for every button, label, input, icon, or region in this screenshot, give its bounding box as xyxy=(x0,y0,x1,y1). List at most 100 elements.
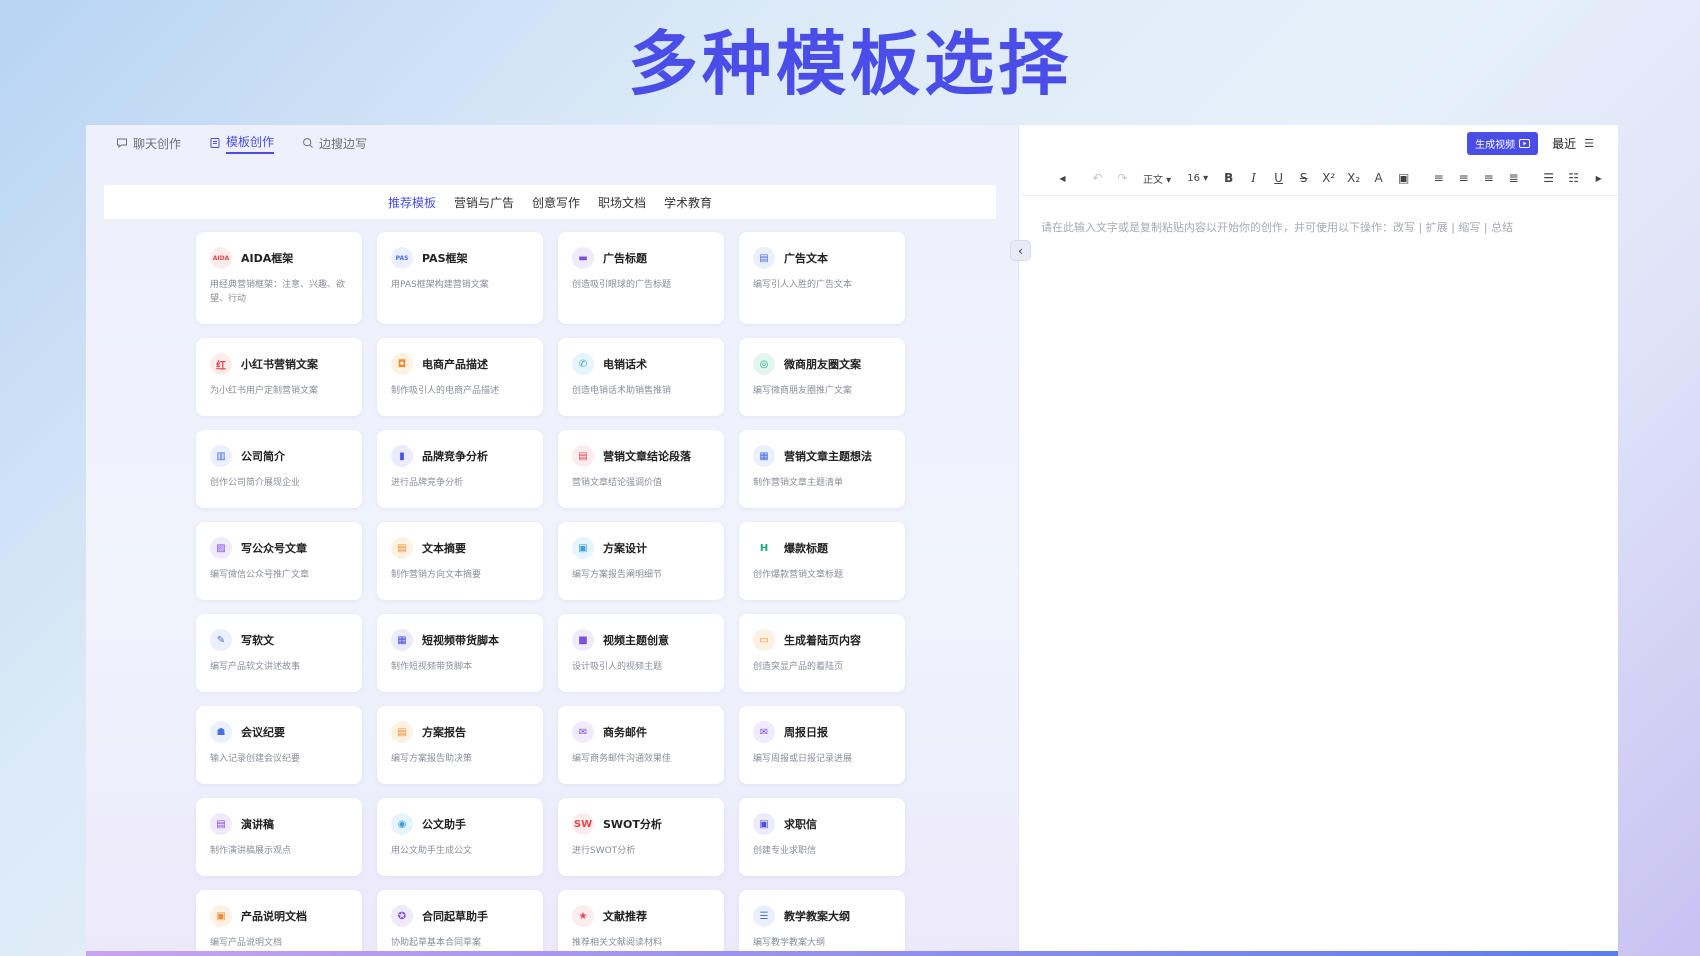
template-card[interactable]: H 爆款标题 创作爆款营销文章标题 xyxy=(739,522,905,600)
template-card[interactable]: SW SWOT分析 进行SWOT分析 xyxy=(558,798,724,876)
card-description: 创造电销话术助销售推销 xyxy=(572,386,672,396)
align-right-icon[interactable]: ≡ xyxy=(1476,171,1501,185)
template-card[interactable]: ▭ 生成着陆页内容 创造突显产品的着陆页 xyxy=(739,614,905,692)
template-card[interactable]: ✉ 周报日报 编写周报或日报记录进展 xyxy=(739,706,905,784)
card-head: AIDA AIDA框架 xyxy=(210,247,348,269)
template-card[interactable]: ☗ 会议纪要 输入记录创建会议纪要 xyxy=(196,706,362,784)
card-title: 视频主题创意 xyxy=(603,634,669,647)
card-description: 用经典营销框架：注意、兴趣、欲望、行动 xyxy=(210,280,346,304)
paragraph-style-select[interactable]: 正文 ▾ xyxy=(1135,171,1179,186)
category-workplace[interactable]: 职场文档 xyxy=(598,194,646,211)
template-card[interactable]: ★ 文献推荐 推荐相关文献阅读材料 xyxy=(558,890,724,951)
clipboard-icon: ▣ xyxy=(572,537,594,559)
star-icon: ★ xyxy=(572,905,594,927)
template-card[interactable]: ▥ 公司简介 创作公司简介展现企业 xyxy=(196,430,362,508)
template-card[interactable]: ✆ 电销话术创造电销话术助销售推销 xyxy=(558,338,724,416)
underline-icon[interactable]: U xyxy=(1266,171,1291,185)
template-card[interactable]: ▮ 品牌竞争分析 进行品牌竞争分析 xyxy=(377,430,543,508)
editor-toolbar: ◀ ↶ ↷ 正文 ▾ 16 ▾ B I U S X² X₂ A ▣ ≡ ≡ ≡ … xyxy=(1020,161,1618,196)
editor-panel: 生成视频 最近 ☰ ◀ ↶ ↷ 正文 ▾ 16 ▾ B I U S X² X₂ … xyxy=(1020,125,1618,951)
card-head: ▨ 写公众号文章 xyxy=(210,537,348,559)
template-card[interactable]: ▣ 方案设计编写方案报告阐明细节 xyxy=(558,522,724,600)
card-head: ▤ 广告文本 xyxy=(753,247,891,269)
card-head: ▦ 营销文章主题想法 xyxy=(753,445,891,467)
card-title: 商务邮件 xyxy=(603,726,647,739)
bold-icon[interactable]: B xyxy=(1216,171,1241,185)
card-description: 编写教学教案大纲 xyxy=(753,938,826,948)
card-title: 营销文章结论段落 xyxy=(603,450,691,463)
card-title: 周报日报 xyxy=(784,726,828,739)
card-title: 电商产品描述 xyxy=(422,358,488,371)
numbered-list-icon[interactable]: ☷ xyxy=(1561,171,1586,185)
template-card[interactable]: ✉ 商务邮件 编写商务邮件沟通效果佳 xyxy=(558,706,724,784)
scroll-left-icon[interactable]: ◀ xyxy=(1050,174,1075,183)
template-card[interactable]: ▣ 求职信 创建专业求职信 xyxy=(739,798,905,876)
tab-label: 边搜边写 xyxy=(319,136,368,151)
template-card[interactable]: ▬ 广告标题 创造吸引眼球的广告标题 xyxy=(558,232,724,324)
template-card[interactable]: ✪ 合同起草助手 协助起草基本合同草案 xyxy=(377,890,543,951)
template-card[interactable]: 红小红书营销文案 为小红书用户定制营销文案 xyxy=(196,338,362,416)
category-creative[interactable]: 创意写作 xyxy=(532,194,580,211)
card-head: ✆ 电销话术 xyxy=(572,353,710,375)
category-marketing[interactable]: 营销与广告 xyxy=(454,194,514,211)
card-head: ★ 文献推荐 xyxy=(572,905,710,927)
template-card[interactable]: ▤ 营销文章结论段落 营销文章结论强调价值 xyxy=(558,430,724,508)
template-card[interactable]: ◉ 公文助手 用公文助手生成公文 xyxy=(377,798,543,876)
undo-icon[interactable]: ↶ xyxy=(1085,171,1110,185)
template-card[interactable]: ▦ 短视频带货脚本 制作短视频带货脚本 xyxy=(377,614,543,692)
italic-icon[interactable]: I xyxy=(1241,171,1266,185)
tab-chat-create[interactable]: 聊天创作 xyxy=(116,125,181,161)
card-title: 公文助手 xyxy=(422,818,466,831)
template-card[interactable]: ▤ 方案报告 编写方案报告助决策 xyxy=(377,706,543,784)
card-description: 创造突显产品的着陆页 xyxy=(753,662,844,672)
building-icon: ▥ xyxy=(210,445,232,467)
strikethrough-icon[interactable]: S xyxy=(1291,171,1316,185)
card-title: 短视频带货脚本 xyxy=(422,634,499,647)
category-recommended[interactable]: 推荐模板 xyxy=(388,194,436,211)
template-grid: AIDA AIDA框架 用经典营销框架：注意、兴趣、欲望、行动 PAS PAS框架 用PA… xyxy=(196,232,905,951)
template-card[interactable]: ▣ 产品说明文档 编写产品说明文档 xyxy=(196,890,362,951)
tab-label: 模板创作 xyxy=(226,133,275,154)
collapse-panel-button[interactable]: ‹ xyxy=(1010,240,1031,261)
template-card[interactable]: ▤ 广告文本编写引人入胜的广告文本 xyxy=(739,232,905,324)
tab-template-create[interactable]: 模板创作 xyxy=(209,125,275,161)
product-doc-icon: ▣ xyxy=(210,905,232,927)
image-icon[interactable]: ▣ xyxy=(1391,171,1416,185)
template-card[interactable]: ✎ 写软文 编写产品软文讲述故事 xyxy=(196,614,362,692)
shopping-icon: ◘ xyxy=(391,353,413,375)
align-left-icon[interactable]: ≡ xyxy=(1426,171,1451,185)
template-card[interactable]: ☰ 教学教案大纲 编写教学教案大纲 xyxy=(739,890,905,951)
template-card[interactable]: ▤ 演讲稿 制作演讲稿展示观点 xyxy=(196,798,362,876)
font-color-icon[interactable]: A xyxy=(1366,171,1391,185)
redo-icon[interactable]: ↷ xyxy=(1110,171,1135,185)
card-description: 编写引人入胜的广告文本 xyxy=(753,280,853,290)
superscript-icon[interactable]: X² xyxy=(1316,171,1341,185)
template-card[interactable]: ▦ 营销文章主题想法 制作营销文章主题清单 xyxy=(739,430,905,508)
template-card[interactable]: ▨ 写公众号文章 编写微信公众号推广文章 xyxy=(196,522,362,600)
card-description: 编写方案报告助决策 xyxy=(391,754,473,764)
template-card[interactable]: ◎ 微商朋友圈文案 编写微商朋友圈推广文案 xyxy=(739,338,905,416)
recent-button[interactable]: 最近 ☰ xyxy=(1552,135,1594,152)
tab-search-write[interactable]: 边搜边写 xyxy=(302,125,367,161)
card-description: 用PAS框架构建营销文案 xyxy=(391,280,489,290)
bullet-list-icon[interactable]: ☰ xyxy=(1536,171,1561,185)
subscript-icon[interactable]: X₂ xyxy=(1341,171,1366,185)
editor-placeholder[interactable]: 请在此输入文字或是复制粘贴内容以开始你的创作，并可使用以下操作：改写 | 扩展 … xyxy=(1041,219,1513,235)
phone-script-icon: ✆ xyxy=(572,353,594,375)
edit-doc-icon: ▨ xyxy=(210,537,232,559)
template-card[interactable]: ■ 视频主题创意 设计吸引人的视频主题 xyxy=(558,614,724,692)
template-card[interactable]: ◘ 电商产品描述 制作吸引人的电商产品描述 xyxy=(377,338,543,416)
category-academic[interactable]: 学术教育 xyxy=(664,194,712,211)
template-card[interactable]: PAS PAS框架 用PAS框架构建营销文案 xyxy=(377,232,543,324)
scroll-right-icon[interactable]: ▶ xyxy=(1586,174,1611,183)
align-justify-icon[interactable]: ≣ xyxy=(1501,171,1526,185)
template-card[interactable]: AIDA AIDA框架 用经典营销框架：注意、兴趣、欲望、行动 xyxy=(196,232,362,324)
generate-video-button[interactable]: 生成视频 xyxy=(1467,131,1539,155)
card-description: 编写方案报告阐明细节 xyxy=(572,570,663,580)
card-title: 方案设计 xyxy=(603,542,647,555)
card-head: ✪ 合同起草助手 xyxy=(391,905,529,927)
align-center-icon[interactable]: ≡ xyxy=(1451,171,1476,185)
template-card[interactable]: ▤ 文本摘要 制作营销方向文本摘要 xyxy=(377,522,543,600)
font-size-select[interactable]: 16 ▾ xyxy=(1179,173,1216,184)
landing-page-icon: ▭ xyxy=(753,629,775,651)
